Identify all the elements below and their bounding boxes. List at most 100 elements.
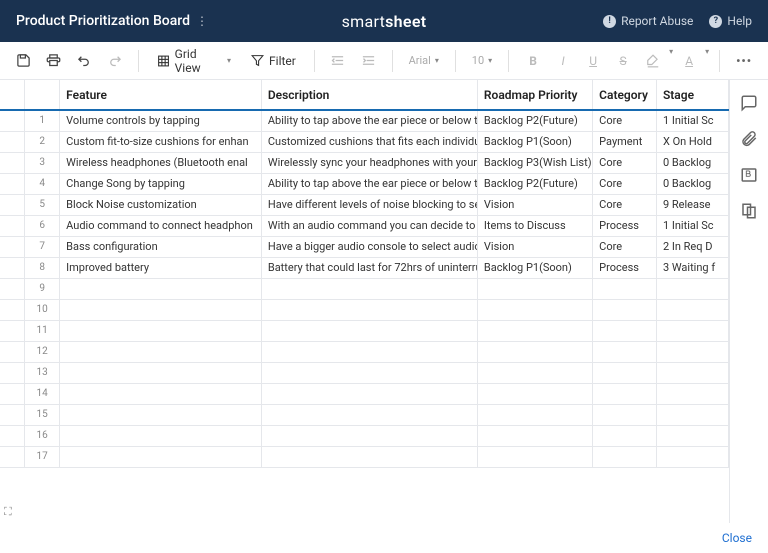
cell-priority[interactable] <box>477 278 592 299</box>
cell-category[interactable]: Core <box>593 194 657 215</box>
redo-icon[interactable] <box>101 47 127 75</box>
cell-stage[interactable]: X On Hold <box>656 131 728 152</box>
cell-feature[interactable]: Block Noise customization <box>60 194 262 215</box>
cell-priority[interactable] <box>477 299 592 320</box>
cell-stage[interactable]: 1 Initial Sc <box>656 110 728 131</box>
table-row[interactable]: 17 <box>0 446 729 467</box>
cell-description[interactable]: Ability to tap above the ear piece or be… <box>261 110 477 131</box>
cell-feature[interactable] <box>60 299 262 320</box>
cell-feature[interactable]: Bass configuration <box>60 236 262 257</box>
filter-button[interactable]: Filter <box>243 50 304 72</box>
brandfolder-icon[interactable] <box>740 166 758 184</box>
cell-priority[interactable]: Backlog P3(Wish List) <box>477 152 592 173</box>
sheet-menu-icon[interactable]: ⋮ <box>196 14 208 28</box>
cell-priority[interactable] <box>477 446 592 467</box>
cell-stage[interactable] <box>656 299 728 320</box>
cell-priority[interactable]: Backlog P1(Soon) <box>477 257 592 278</box>
cell-stage[interactable]: 3 Waiting f <box>656 257 728 278</box>
indent-icon[interactable] <box>355 47 381 75</box>
cell-priority[interactable] <box>477 362 592 383</box>
cell-feature[interactable] <box>60 362 262 383</box>
fullscreen-icon[interactable]: ⛶ <box>4 505 12 519</box>
cell-feature[interactable]: Improved battery <box>60 257 262 278</box>
col-category[interactable]: Category <box>593 80 657 110</box>
cell-description[interactable]: Wirelessly sync your headphones with you… <box>261 152 477 173</box>
proofs-icon[interactable] <box>740 202 758 220</box>
cell-feature[interactable]: Change Song by tapping <box>60 173 262 194</box>
cell-stage[interactable] <box>656 425 728 446</box>
table-row[interactable]: 15 <box>0 404 729 425</box>
cell-description[interactable]: Battery that could last for 72hrs of uni… <box>261 257 477 278</box>
col-feature[interactable]: Feature <box>60 80 262 110</box>
cell-stage[interactable]: 1 Initial Sc <box>656 215 728 236</box>
cell-category[interactable] <box>593 320 657 341</box>
cell-feature[interactable]: Custom fit-to-size cushions for enhan <box>60 131 262 152</box>
text-color-icon[interactable]: A <box>675 47 703 75</box>
cell-description[interactable]: With an audio command you can decide to <box>261 215 477 236</box>
table-row[interactable]: 2Custom fit-to-size cushions for enhanCu… <box>0 131 729 152</box>
cell-priority[interactable] <box>477 341 592 362</box>
cell-category[interactable] <box>593 341 657 362</box>
cell-description[interactable]: Ability to tap above the ear piece or be… <box>261 173 477 194</box>
cell-description[interactable] <box>261 320 477 341</box>
cell-description[interactable] <box>261 341 477 362</box>
cell-stage[interactable]: 9 Release <box>656 194 728 215</box>
cell-stage[interactable] <box>656 362 728 383</box>
cell-stage[interactable]: 2 In Req D <box>656 236 728 257</box>
close-link[interactable]: Close <box>722 531 752 545</box>
cell-description[interactable] <box>261 446 477 467</box>
cell-description[interactable]: Have different levels of noise blocking … <box>261 194 477 215</box>
cell-category[interactable] <box>593 362 657 383</box>
cell-category[interactable] <box>593 383 657 404</box>
cell-stage[interactable] <box>656 404 728 425</box>
strike-icon[interactable]: S <box>609 47 637 75</box>
cell-feature[interactable] <box>60 341 262 362</box>
table-row[interactable]: 8Improved batteryBattery that could last… <box>0 257 729 278</box>
undo-icon[interactable] <box>71 47 97 75</box>
cell-category[interactable]: Payment <box>593 131 657 152</box>
table-row[interactable]: 12 <box>0 341 729 362</box>
cell-category[interactable]: Core <box>593 236 657 257</box>
cell-priority[interactable]: Items to Discuss <box>477 215 592 236</box>
cell-description[interactable]: Customized cushions that fits each indiv… <box>261 131 477 152</box>
table-row[interactable]: 3Wireless headphones (Bluetooth enalWire… <box>0 152 729 173</box>
cell-priority[interactable] <box>477 383 592 404</box>
cell-stage[interactable] <box>656 383 728 404</box>
cell-priority[interactable]: Backlog P1(Soon) <box>477 131 592 152</box>
save-icon[interactable] <box>10 47 36 75</box>
table-row[interactable]: 13 <box>0 362 729 383</box>
cell-feature[interactable]: Audio command to connect headphon <box>60 215 262 236</box>
table-row[interactable]: 4Change Song by tappingAbility to tap ab… <box>0 173 729 194</box>
cell-feature[interactable] <box>60 425 262 446</box>
cell-priority[interactable]: Backlog P2(Future) <box>477 110 592 131</box>
cell-feature[interactable] <box>60 320 262 341</box>
cell-stage[interactable]: 0 Backlog <box>656 152 728 173</box>
table-row[interactable]: 9 <box>0 278 729 299</box>
size-select[interactable]: 10 ▾ <box>466 51 498 70</box>
cell-category[interactable]: Process <box>593 257 657 278</box>
more-button[interactable]: ••• <box>730 50 758 72</box>
col-priority[interactable]: Roadmap Priority <box>477 80 592 110</box>
table-row[interactable]: 1Volume controls by tappingAbility to ta… <box>0 110 729 131</box>
cell-description[interactable] <box>261 278 477 299</box>
italic-icon[interactable]: I <box>549 47 577 75</box>
cell-category[interactable]: Core <box>593 110 657 131</box>
table-row[interactable]: 10 <box>0 299 729 320</box>
cell-category[interactable] <box>593 425 657 446</box>
table-row[interactable]: 16 <box>0 425 729 446</box>
underline-icon[interactable]: U <box>579 47 607 75</box>
cell-priority[interactable]: Vision <box>477 236 592 257</box>
table-row[interactable]: 6Audio command to connect headphonWith a… <box>0 215 729 236</box>
cell-priority[interactable] <box>477 404 592 425</box>
fill-color-icon[interactable] <box>639 47 667 75</box>
cell-description[interactable] <box>261 404 477 425</box>
cell-stage[interactable] <box>656 278 728 299</box>
table-row[interactable]: 5Block Noise customizationHave different… <box>0 194 729 215</box>
report-abuse-link[interactable]: ! Report Abuse <box>603 14 693 28</box>
cell-stage[interactable]: 0 Backlog <box>656 173 728 194</box>
cell-feature[interactable]: Volume controls by tapping <box>60 110 262 131</box>
comments-icon[interactable] <box>740 94 758 112</box>
cell-category[interactable]: Core <box>593 173 657 194</box>
attachments-icon[interactable] <box>740 130 758 148</box>
cell-feature[interactable]: Wireless headphones (Bluetooth enal <box>60 152 262 173</box>
